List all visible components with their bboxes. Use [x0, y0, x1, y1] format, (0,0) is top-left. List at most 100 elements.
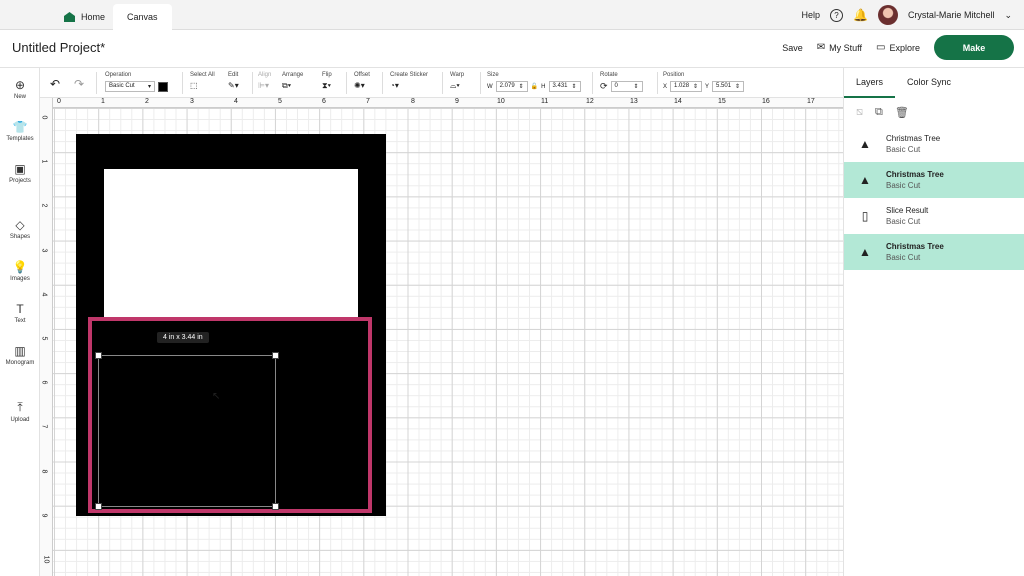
explore-button[interactable]: ▭ Explore — [876, 42, 920, 53]
edit-label: Edit — [228, 72, 239, 78]
arrange-group[interactable]: Arrange ⧉▾ — [282, 72, 303, 91]
flip-icon: ⧗▾ — [322, 81, 331, 90]
tab-home-label: Home — [81, 12, 106, 22]
divider — [182, 72, 183, 94]
ruler-tick: 9 — [455, 98, 459, 105]
project-title[interactable]: Untitled Project* — [12, 40, 105, 55]
ruler-tick: 1 — [40, 159, 48, 164]
shapes-icon: ◇ — [15, 218, 25, 232]
save-button[interactable]: Save — [782, 43, 803, 53]
select-all-group[interactable]: Select All ⬚ — [190, 72, 215, 90]
sidebar-label: Projects — [9, 178, 31, 184]
y-input[interactable]: 5.501 ⇕ — [712, 81, 745, 92]
color-swatch[interactable] — [158, 81, 168, 92]
ruler-tick: 10 — [42, 555, 50, 564]
chevron-down-icon[interactable]: ⌄ — [1004, 10, 1012, 21]
layer-operation: Basic Cut — [886, 145, 921, 154]
resize-handle[interactable] — [95, 352, 102, 359]
help-icon[interactable]: ? — [829, 8, 843, 22]
ruler-tick: 6 — [322, 98, 326, 105]
tab-layers[interactable]: Layers — [844, 68, 896, 98]
sidebar-item-monogram[interactable]: ▥ Monogram — [0, 344, 40, 366]
tab-home[interactable]: Home — [50, 4, 119, 30]
offset-group[interactable]: Offset ✺▾ — [354, 72, 370, 90]
ruler-tick: 17 — [807, 98, 815, 105]
sidebar-item-text[interactable]: T Text — [0, 302, 40, 324]
flip-label: Flip — [322, 72, 332, 78]
warp-group[interactable]: Warp ⌓▾ — [450, 72, 464, 91]
user-name[interactable]: Crystal-Marie Mitchell — [908, 10, 995, 20]
height-input[interactable]: 3.431 ⇕ — [548, 81, 581, 92]
layer-name: Christmas Tree — [886, 242, 944, 251]
stepper-icon: ⇕ — [518, 84, 524, 90]
height-label: H — [541, 83, 546, 90]
resize-handle[interactable] — [272, 503, 279, 510]
make-button[interactable]: Make — [934, 35, 1014, 60]
tab-color-sync[interactable]: Color Sync — [895, 68, 963, 98]
rotate-icon: ⟳ — [600, 81, 608, 91]
trash-icon[interactable]: 🗑 — [895, 106, 909, 119]
rotate-group: Rotate ⟳ 0 ⇕ — [600, 72, 643, 92]
projects-icon: ▣ — [14, 162, 26, 176]
edit-group[interactable]: Edit ✎▾ — [228, 72, 239, 90]
layer-name: Christmas Tree — [886, 134, 941, 143]
tree-icon: ▲ — [859, 173, 871, 187]
sidebar-item-templates[interactable]: 👕 Templates — [0, 120, 40, 142]
bell-icon[interactable]: 🔔 — [853, 8, 868, 22]
select-all-label: Select All — [190, 72, 215, 78]
create-sticker-group[interactable]: Create Sticker ◔▾ — [390, 72, 428, 90]
sidebar-item-shapes[interactable]: ◇ Shapes — [0, 218, 40, 240]
ruler-tick: 3 — [190, 98, 194, 105]
ruler-tick: 8 — [411, 98, 415, 105]
x-value: 1.028 — [674, 83, 690, 89]
tab-canvas[interactable]: Canvas — [113, 4, 172, 30]
x-input[interactable]: 1.028 ⇕ — [670, 81, 703, 92]
divider — [252, 72, 253, 94]
sidebar-item-new[interactable]: ⊕ New — [0, 78, 40, 100]
stepper-icon: ⇕ — [633, 84, 639, 90]
flip-group[interactable]: Flip ⧗▾ — [322, 72, 332, 91]
layer-item[interactable]: ▯ Slice Result Basic Cut — [844, 198, 1024, 234]
arrange-label: Arrange — [282, 72, 304, 78]
stepper-icon: ⇕ — [571, 84, 577, 90]
help-link[interactable]: Help — [801, 10, 820, 20]
rotate-input[interactable]: 0 ⇕ — [610, 81, 643, 92]
operation-select[interactable]: Basic Cut ▾ — [105, 81, 155, 92]
design-canvas[interactable]: 0 1 2 3 4 5 6 7 8 9 10 11 12 13 14 15 16… — [40, 98, 843, 576]
sidebar-item-projects[interactable]: ▣ Projects — [0, 162, 40, 184]
size-label: Size — [487, 72, 499, 78]
ruler-tick: 5 — [278, 98, 282, 105]
sidebar-label: New — [13, 94, 26, 100]
layer-item[interactable]: ▲ Christmas Tree Basic Cut — [844, 162, 1024, 198]
width-input[interactable]: 2.079 ⇕ — [495, 81, 528, 92]
ruler-tick: 4 — [40, 292, 48, 297]
sidebar-label: Templates — [6, 136, 34, 142]
sidebar-item-images[interactable]: 💡 Images — [0, 260, 40, 282]
layer-item[interactable]: ▲ Christmas Tree Basic Cut — [844, 126, 1024, 162]
resize-handle[interactable] — [95, 503, 102, 510]
resize-handle[interactable] — [272, 352, 279, 359]
my-stuff-button[interactable]: ✉ My Stuff — [817, 42, 862, 53]
project-header: Untitled Project* Save ✉ My Stuff ▭ Expl… — [0, 30, 1024, 68]
duplicate-icon[interactable]: ⧉ — [875, 106, 883, 119]
layer-item[interactable]: ▲ Christmas Tree Basic Cut — [844, 234, 1024, 270]
ruler-tick: 2 — [40, 203, 48, 208]
rectangle-icon: ▯ — [861, 209, 869, 223]
lock-icon[interactable]: 🔓 — [531, 83, 538, 90]
redo-icon[interactable]: ↷ — [74, 77, 84, 91]
offset-icon: ✺▾ — [354, 81, 365, 90]
sidebar-item-upload[interactable]: ⤒ Upload — [0, 400, 40, 423]
ungroup-icon[interactable]: ⧅ — [856, 106, 863, 119]
avatar[interactable] — [877, 5, 898, 25]
selection-bounding-box[interactable] — [95, 352, 279, 510]
align-group[interactable]: Align ⊫▾ — [258, 72, 271, 90]
align-label: Align — [258, 72, 272, 78]
stepper-icon: ⇕ — [692, 84, 699, 90]
home-icon — [64, 12, 75, 22]
edit-toolbar: ↶ ↷ Operation Basic Cut ▾ Select All ⬚ E… — [40, 68, 843, 98]
ruler-tick: 8 — [40, 469, 48, 474]
top-right-actions: Help ? 🔔 Crystal-Marie Mitchell ⌄ — [801, 0, 1012, 30]
undo-icon[interactable]: ↶ — [50, 77, 60, 91]
layer-operation: Basic Cut — [886, 181, 921, 190]
divider — [346, 72, 347, 94]
